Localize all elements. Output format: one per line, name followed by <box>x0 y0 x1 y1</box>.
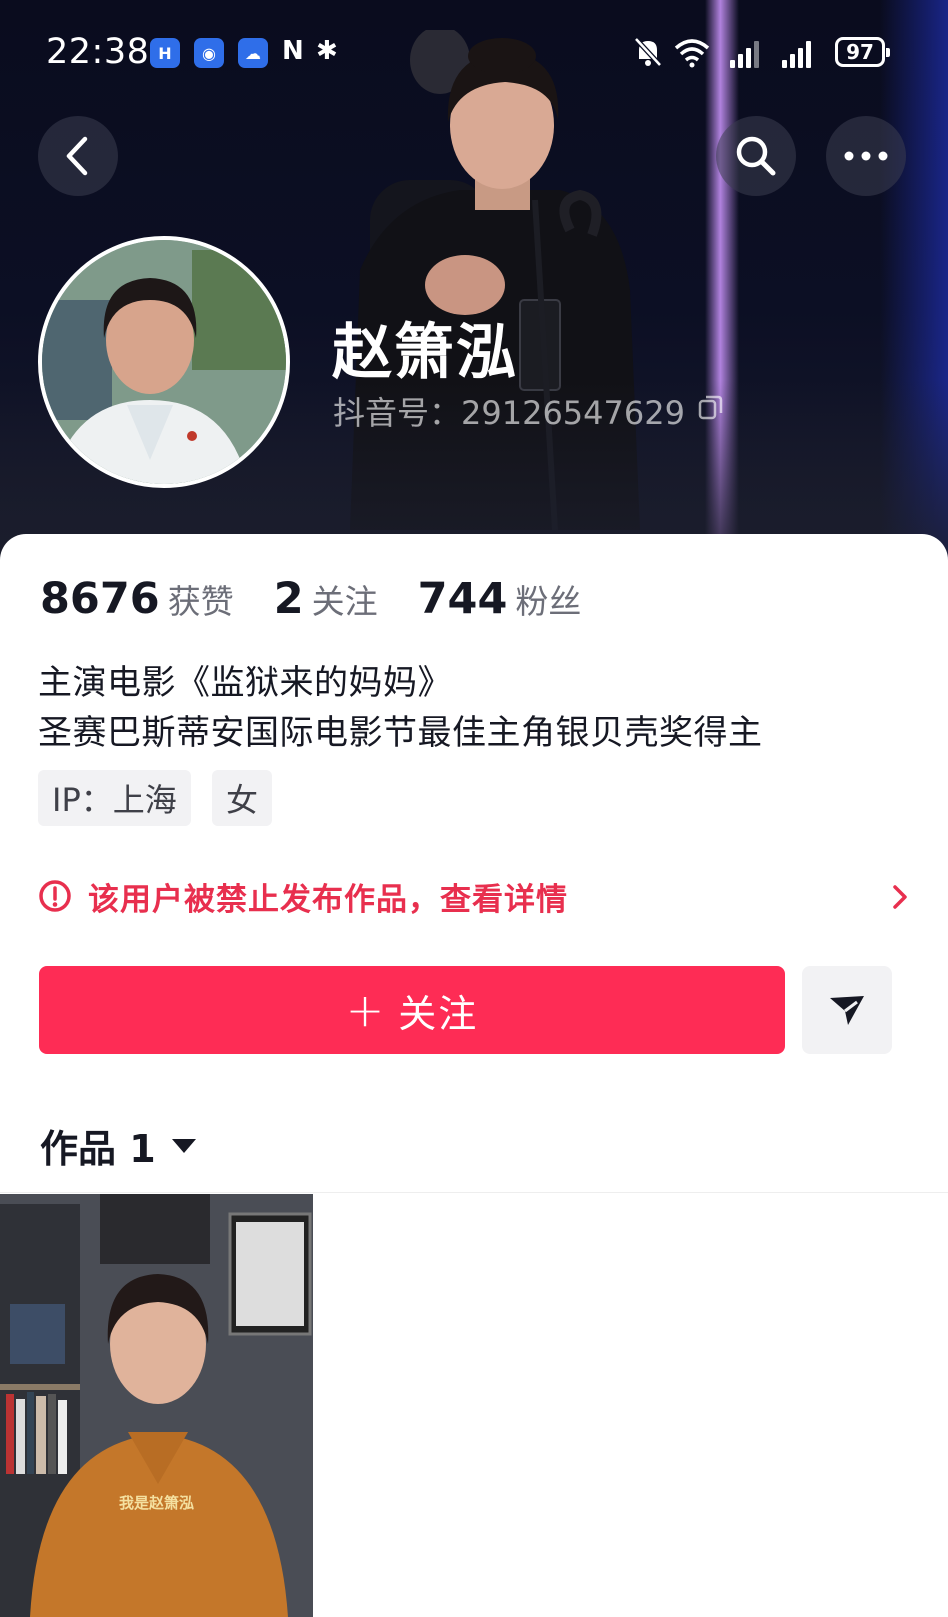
mute-bell-icon <box>634 37 662 67</box>
profile-name: 赵箫泓 <box>332 318 518 388</box>
following-count[interactable]: 2 <box>274 574 304 624</box>
search-button[interactable] <box>716 116 796 196</box>
cellular-signal-icon <box>782 40 811 68</box>
video-thumbnail[interactable] <box>0 1194 313 1617</box>
ip-location-tag: IP：上海 <box>38 770 191 826</box>
bio-line-2: 圣赛巴斯蒂安国际电影节最佳主角银贝壳奖得主 <box>38 713 763 753</box>
profile-stats: 8676 获赞 2 关注 744 粉丝 <box>40 574 621 624</box>
battery-icon: 97 <box>835 37 890 67</box>
caret-down-icon <box>171 1138 196 1153</box>
video-caption: 我是赵箫泓 <box>118 1494 194 1512</box>
works-tab-label: 作品 1 <box>40 1127 156 1171</box>
plus-icon: + <box>345 983 387 1037</box>
likes-count[interactable]: 8676 <box>40 574 160 624</box>
divider <box>0 1192 948 1193</box>
bluetooth-icon: ✱ <box>316 36 338 66</box>
ban-notice-row[interactable]: 该用户被禁止发布作品，查看详情 <box>38 872 908 920</box>
followers-count[interactable]: 744 <box>418 574 508 624</box>
chevron-left-icon <box>66 136 88 176</box>
back-button[interactable] <box>38 116 118 196</box>
avatar-photo <box>42 240 286 484</box>
send-icon <box>830 996 864 1025</box>
nfc-icon: N <box>282 36 304 66</box>
send-message-button[interactable] <box>802 966 892 1054</box>
more-dots-icon <box>844 151 888 161</box>
notification-app-icon: ◉ <box>194 38 224 68</box>
likes-label[interactable]: 获赞 <box>168 575 234 623</box>
avatar[interactable] <box>38 236 290 488</box>
status-time: 22:38 <box>46 32 150 72</box>
follow-button-label: 关注 <box>398 991 479 1036</box>
following-label[interactable]: 关注 <box>312 575 378 623</box>
douyin-id: 抖音号：29126547629 <box>333 394 685 432</box>
search-icon <box>736 136 776 176</box>
ban-notice-text: 该用户被禁止发布作品，查看详情 <box>88 882 568 918</box>
status-bar: 22:38 H ◉ ☁ N ✱ 97 <box>0 0 948 104</box>
wifi-icon <box>674 39 710 68</box>
follow-button[interactable]: + 关注 <box>39 966 785 1054</box>
video-cover-image <box>0 1194 313 1617</box>
notification-app-icon: H <box>150 38 180 68</box>
tab-works[interactable]: 作品 1 <box>40 1118 196 1173</box>
followers-label[interactable]: 粉丝 <box>515 575 581 623</box>
more-options-button[interactable] <box>826 116 906 196</box>
copy-icon[interactable] <box>697 393 725 421</box>
weather-app-icon: ☁ <box>238 38 268 68</box>
gender-tag: 女 <box>212 770 273 826</box>
cellular-signal-icon <box>730 40 759 68</box>
warning-circle-icon <box>39 880 71 912</box>
chevron-right-icon <box>893 885 907 909</box>
bio-line-1: 主演电影《监狱来的妈妈》 <box>38 663 452 703</box>
